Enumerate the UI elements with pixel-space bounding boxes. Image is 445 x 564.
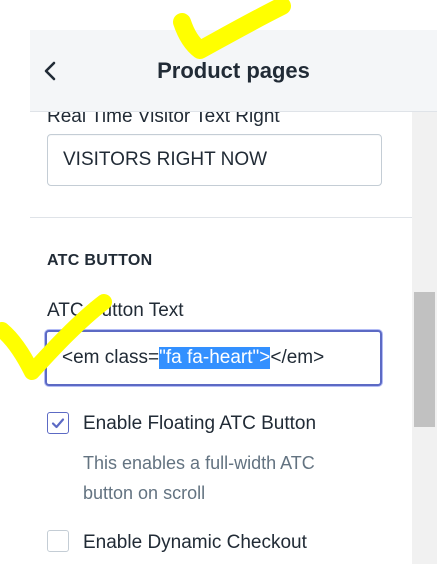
atc-button-text-label: ATC Button Text bbox=[47, 300, 184, 321]
atc-button-text-input[interactable]: <em class= "fa fa-heart"> </em> bbox=[45, 330, 382, 386]
panel-header: Product pages bbox=[30, 30, 437, 112]
floating-atc-help-text: This enables a full-width ATC button on … bbox=[83, 453, 315, 503]
floating-atc-label[interactable]: Enable Floating ATC Button bbox=[83, 412, 316, 436]
visitors-input-value: VISITORS RIGHT NOW bbox=[63, 149, 268, 170]
atc-input-text-selected: "fa fa-heart"> bbox=[159, 347, 271, 369]
section-heading: ATC BUTTON bbox=[47, 252, 153, 269]
right-margin bbox=[437, 0, 445, 564]
visitors-field-label: Real Time Visitor Text Right bbox=[47, 112, 280, 127]
app-window: Product pages Real Time Visitor Text Rig… bbox=[0, 0, 445, 564]
top-margin bbox=[0, 0, 445, 30]
left-margin bbox=[0, 0, 30, 564]
atc-input-text-before: <em class= bbox=[62, 347, 160, 368]
page-title: Product pages bbox=[157, 58, 310, 83]
floating-atc-checkbox[interactable] bbox=[47, 412, 69, 434]
dynamic-checkout-label[interactable]: Enable Dynamic Checkout bbox=[83, 531, 307, 555]
settings-panel: Real Time Visitor Text Right VISITORS RI… bbox=[30, 112, 412, 564]
atc-input-text-after: </em> bbox=[270, 347, 325, 368]
section-divider bbox=[30, 217, 412, 218]
dynamic-checkout-checkbox[interactable] bbox=[47, 530, 69, 552]
checkmark-icon bbox=[51, 418, 65, 429]
visitors-text-input[interactable]: VISITORS RIGHT NOW bbox=[47, 134, 382, 186]
scrollbar-thumb[interactable] bbox=[414, 292, 435, 427]
